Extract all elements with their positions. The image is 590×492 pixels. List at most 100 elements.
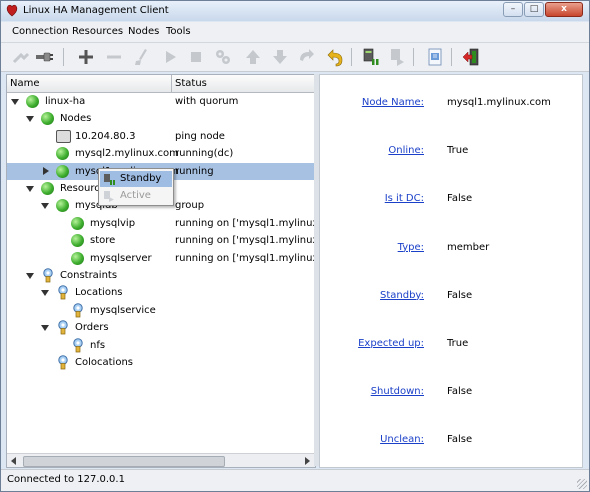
context-menu-standby-label: Standby xyxy=(120,173,162,184)
property-key-link[interactable]: Expected up: xyxy=(358,338,424,349)
tree-row-label: nfs xyxy=(90,339,106,351)
migrate-disabled-icon[interactable] xyxy=(297,47,317,67)
tree-row-label: Constraints xyxy=(60,270,118,281)
constraint-icon xyxy=(73,337,83,352)
context-menu-active[interactable]: Active xyxy=(100,188,172,204)
node-icon xyxy=(26,95,39,108)
tree-row[interactable]: store running on ['mysql1.mylinux.com' xyxy=(7,232,315,249)
tree-row-label: mysql2.mylinux.com xyxy=(75,148,179,160)
property-key-link[interactable]: Node Name: xyxy=(362,97,424,108)
expand-arrow-icon[interactable] xyxy=(43,166,49,175)
collapse-arrow-icon[interactable] xyxy=(41,325,49,332)
property-value: False xyxy=(447,289,473,301)
collapse-arrow-icon[interactable] xyxy=(26,116,34,123)
properties-panel: Node Name: mysql1.mylinux.com Online: True I… xyxy=(319,74,583,468)
start-disabled-icon[interactable] xyxy=(160,47,180,67)
context-menu: Standby Active xyxy=(98,168,174,206)
toolbar-separator xyxy=(413,48,414,66)
tree-row-status: running xyxy=(175,165,214,177)
cluster-tree-panel[interactable]: Name Status linux-ha with quorum Nodes 10.2… xyxy=(6,74,316,468)
tree-row-label: Locations xyxy=(75,287,123,299)
node-icon xyxy=(71,251,84,265)
window-title: Linux HA Management Client xyxy=(23,5,169,16)
menu-connection[interactable]: Connection xyxy=(12,26,69,37)
connect-icon[interactable] xyxy=(34,47,54,67)
active-node-disabled-icon[interactable] xyxy=(387,47,407,67)
close-button[interactable]: x xyxy=(545,2,583,17)
minimize-button[interactable]: – xyxy=(503,2,523,17)
tree-row[interactable]: Colocations xyxy=(7,354,315,371)
column-divider[interactable] xyxy=(171,75,172,92)
resize-grip-icon[interactable] xyxy=(577,479,587,489)
context-menu-standby[interactable]: Standby xyxy=(100,171,172,187)
connection-status: Connected to 127.0.0.1 xyxy=(7,474,125,485)
collapse-arrow-icon[interactable] xyxy=(41,290,49,297)
tree-row[interactable]: 10.204.80.3 ping node xyxy=(7,128,315,145)
collapse-arrow-icon[interactable] xyxy=(41,203,49,210)
property-key-link[interactable]: Unclean: xyxy=(380,434,424,445)
tree-row[interactable]: mysql2.mylinux.com running(dc) xyxy=(7,145,315,162)
menu-nodes[interactable]: Nodes xyxy=(128,26,159,37)
tree-row-status: running on ['mysql1.mylinux.com' xyxy=(175,235,315,247)
undo-icon[interactable] xyxy=(325,47,345,67)
scroll-left-arrow-icon[interactable] xyxy=(11,457,16,465)
title-bar[interactable]: Linux HA Management Client – □ x xyxy=(1,1,589,21)
context-menu-active-label: Active xyxy=(120,190,151,201)
property-key-link[interactable]: Type: xyxy=(398,242,424,253)
tree-row-label: Colocations xyxy=(75,357,133,368)
tree-column-header: Name Status xyxy=(7,75,315,93)
maximize-button[interactable]: □ xyxy=(524,2,544,17)
node-icon xyxy=(56,199,69,213)
collapse-arrow-icon[interactable] xyxy=(26,186,34,192)
property-key-link[interactable]: Online: xyxy=(388,145,424,156)
tree-row-status: with quorum xyxy=(175,96,239,107)
node-icon xyxy=(56,147,69,161)
tree-row[interactable]: linux-ha with quorum xyxy=(7,93,315,110)
collapse-arrow-icon[interactable] xyxy=(11,99,19,105)
node-icon xyxy=(41,182,54,195)
tree-row[interactable]: Nodes xyxy=(7,110,315,127)
scroll-right-arrow-icon[interactable] xyxy=(305,457,310,465)
host-icon xyxy=(56,129,71,143)
move-up-disabled-icon[interactable] xyxy=(243,47,263,67)
active-icon xyxy=(104,191,114,202)
property-value: False xyxy=(447,193,473,205)
standby-icon xyxy=(104,174,115,185)
property-key-link[interactable]: Shutdown: xyxy=(371,386,424,397)
add-icon[interactable] xyxy=(76,47,96,67)
cleanup-disabled-icon[interactable] xyxy=(132,47,152,67)
exit-icon[interactable] xyxy=(461,47,481,67)
property-key-link[interactable]: Is it DC: xyxy=(385,193,424,204)
tree-row[interactable]: mysqlservice xyxy=(7,302,315,319)
standby-node-icon[interactable] xyxy=(361,47,381,67)
remove-disabled-icon[interactable] xyxy=(104,47,124,67)
property-value: mysql1.mylinux.com xyxy=(447,97,551,108)
tree-row-label: 10.204.80.3 xyxy=(75,130,136,142)
menu-resources[interactable]: Resources xyxy=(72,26,123,37)
tree-row[interactable]: Orders xyxy=(7,319,315,336)
connect-disabled-icon[interactable] xyxy=(11,47,31,67)
toolbar-separator xyxy=(451,48,452,66)
move-down-disabled-icon[interactable] xyxy=(270,47,290,67)
menu-tools[interactable]: Tools xyxy=(166,26,191,37)
view-xml-icon[interactable] xyxy=(425,47,445,67)
property-key-link[interactable]: Standby: xyxy=(380,290,424,301)
column-header-status[interactable]: Status xyxy=(175,78,207,89)
column-header-name[interactable]: Name xyxy=(10,78,40,89)
node-icon xyxy=(71,234,84,248)
tree-row[interactable]: Constraints xyxy=(7,267,315,284)
tree-row[interactable]: Locations xyxy=(7,284,315,301)
tree-row[interactable]: nfs xyxy=(7,337,315,354)
collapse-arrow-icon[interactable] xyxy=(26,273,34,279)
horizontal-scrollbar[interactable] xyxy=(7,453,315,467)
tree-row[interactable]: mysqlserver running on ['mysql1.mylinux.c… xyxy=(7,250,315,267)
scrollbar-thumb[interactable] xyxy=(23,456,225,467)
constraint-icon xyxy=(58,355,68,370)
tree-row[interactable]: mysqlvip running on ['mysql1.mylinux.com' xyxy=(7,215,315,232)
default-disabled-icon[interactable] xyxy=(213,47,233,67)
property-value: False xyxy=(447,434,473,446)
tree-row-label: linux-ha xyxy=(45,96,86,107)
stop-disabled-icon[interactable] xyxy=(186,47,206,67)
tree-row-label: Nodes xyxy=(60,113,92,125)
tree-row-label: mysqlvip xyxy=(90,217,136,229)
